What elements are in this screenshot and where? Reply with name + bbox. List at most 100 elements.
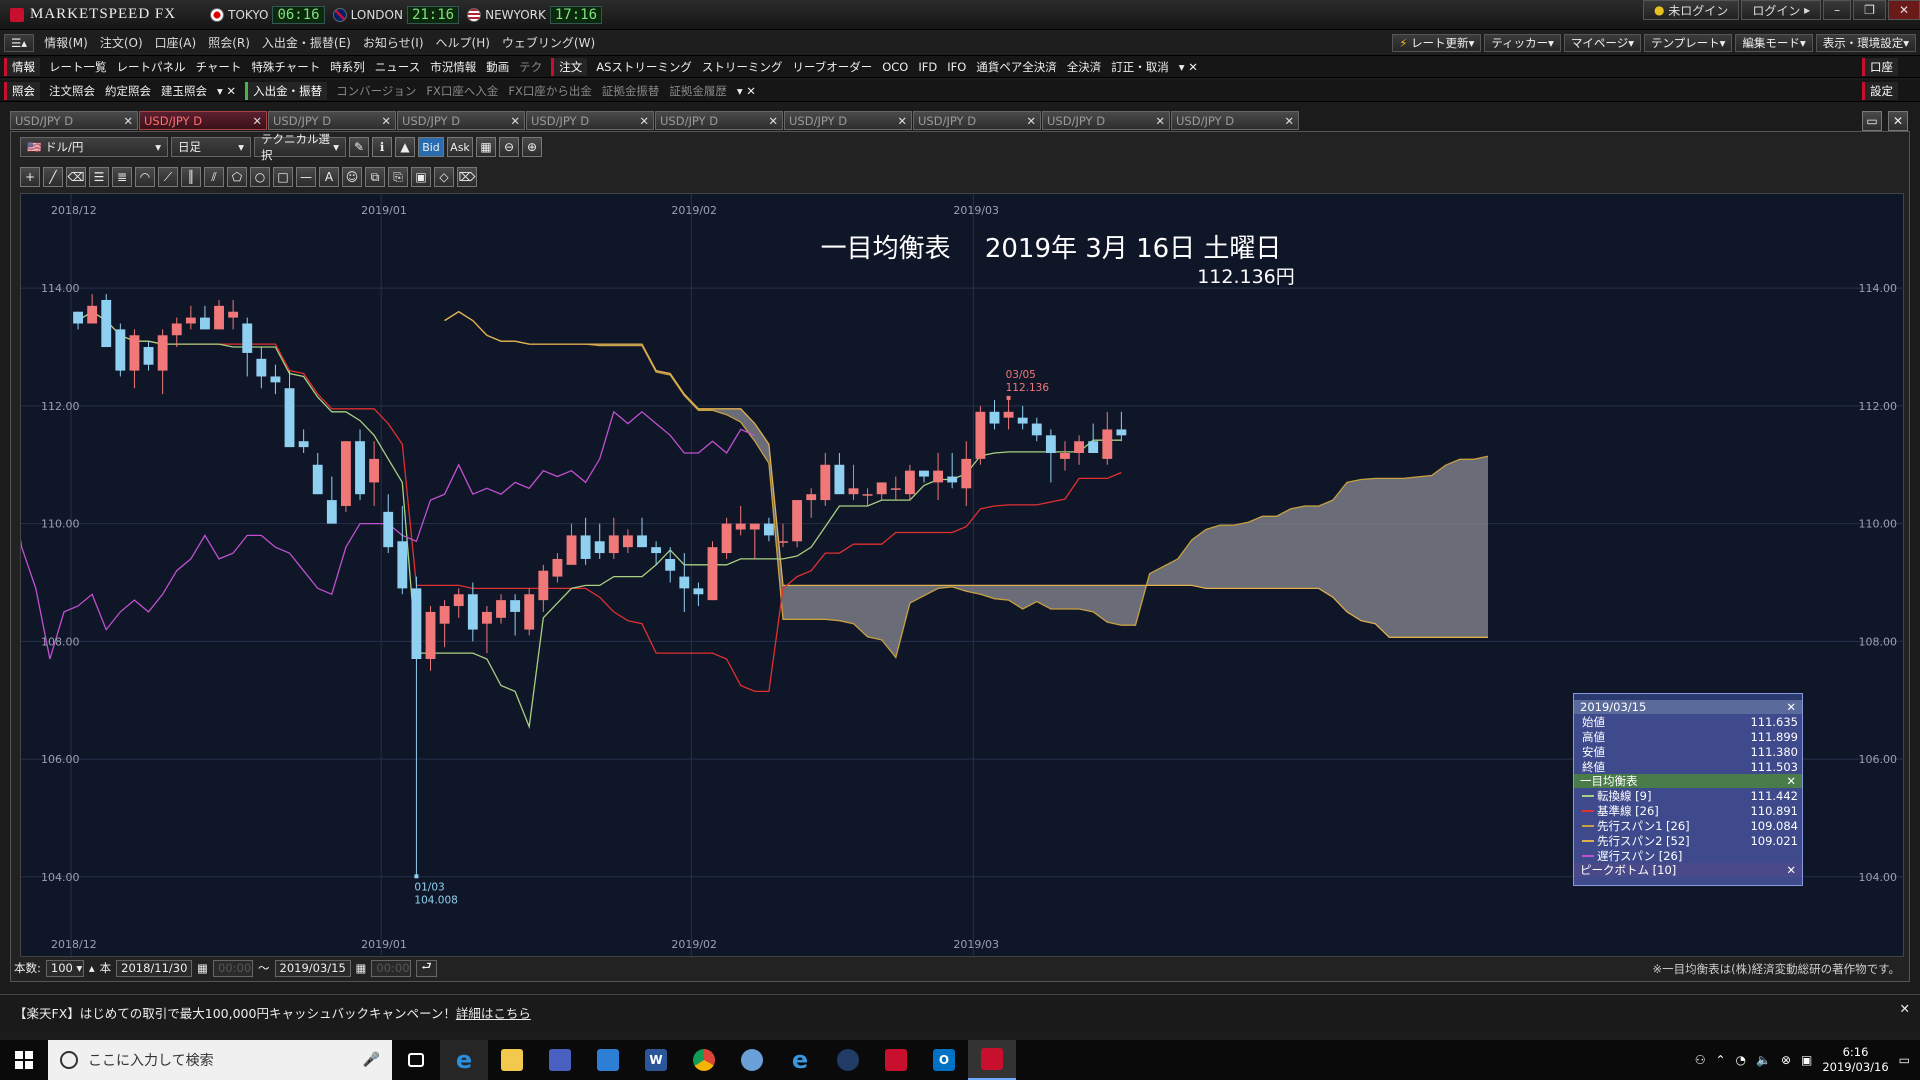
- row2-dropdown-icon[interactable]: ▾ ✕: [1174, 60, 1203, 74]
- volume-icon[interactable]: 🔈: [1756, 1053, 1771, 1067]
- close-icon[interactable]: ✕: [123, 114, 133, 128]
- chart-tab[interactable]: USD/JPY D ✕: [10, 111, 138, 130]
- close-icon[interactable]: ✕: [897, 114, 907, 128]
- outlook-icon[interactable]: O: [920, 1040, 968, 1080]
- close-icon[interactable]: ✕: [252, 114, 262, 128]
- ticker-button[interactable]: ティッカー ▾: [1484, 33, 1561, 52]
- calculator-icon[interactable]: [536, 1040, 584, 1080]
- period-select[interactable]: 日足 ▾: [171, 137, 251, 157]
- login-button[interactable]: ログイン ▸: [1741, 0, 1822, 20]
- paste-icon[interactable]: ⎘: [388, 167, 408, 187]
- menu-webring[interactable]: ウェブリング(W): [496, 34, 601, 51]
- market-info-link[interactable]: 市況情報: [425, 59, 481, 75]
- copy-icon[interactable]: ⧉: [365, 167, 385, 187]
- channel-icon[interactable]: ⫽: [204, 167, 224, 187]
- word-icon[interactable]: W: [632, 1040, 680, 1080]
- special-chart-link[interactable]: 特殊チャート: [246, 59, 325, 75]
- rate-update-button[interactable]: ⚡ レート更新 ▾: [1392, 33, 1482, 52]
- icon-stamp-icon[interactable]: ☺: [342, 167, 362, 187]
- chart-tab[interactable]: USD/JPY D ✕: [784, 111, 912, 130]
- template-button[interactable]: テンプレート ▾: [1644, 33, 1733, 52]
- video-link[interactable]: 動画: [481, 59, 514, 75]
- section-settings[interactable]: 設定: [1862, 81, 1898, 100]
- pentagon-icon[interactable]: ⬠: [227, 167, 247, 187]
- section-account[interactable]: 口座: [1862, 57, 1898, 76]
- from-date-input[interactable]: 2018/11/30: [116, 959, 193, 977]
- menu-news[interactable]: お知らせ(I): [357, 34, 430, 51]
- margin-history-link[interactable]: 証拠金履歴: [664, 83, 732, 99]
- close-icon[interactable]: ✕: [1900, 1001, 1910, 1016]
- taskbar-clock[interactable]: 6:16 2019/03/16: [1822, 1045, 1888, 1075]
- close-icon[interactable]: ✕: [1026, 114, 1036, 128]
- currency-pair-select[interactable]: 🇺🇸 ドル/円 ▾: [20, 137, 168, 157]
- rate-list-link[interactable]: レート一覧: [44, 59, 112, 75]
- area-chart-icon[interactable]: ▲: [395, 137, 415, 157]
- horizontal-lines-icon[interactable]: ☰: [89, 167, 109, 187]
- news-link[interactable]: ニュース: [370, 59, 425, 75]
- microphone-icon[interactable]: 🎤: [363, 1052, 380, 1068]
- close-icon[interactable]: ✕: [1786, 774, 1796, 788]
- pair-settle-all-link[interactable]: 通貨ペア全決済: [971, 59, 1062, 75]
- notice-link[interactable]: 詳細はこちら: [456, 1006, 531, 1021]
- notification-icon[interactable]: ▭: [1899, 1053, 1910, 1067]
- settle-all-link[interactable]: 全決済: [1062, 59, 1107, 75]
- arc-icon[interactable]: ◠: [135, 167, 155, 187]
- trendline-icon[interactable]: ╱: [43, 167, 63, 187]
- chevron-up-icon[interactable]: ⌃: [1715, 1053, 1725, 1067]
- app-icon[interactable]: [728, 1040, 776, 1080]
- delete-icon[interactable]: ◇: [434, 167, 454, 187]
- eraser-icon[interactable]: ⌫: [66, 167, 86, 187]
- ask-toggle[interactable]: Ask: [447, 137, 473, 157]
- zoom-in-icon[interactable]: ⊕: [522, 137, 542, 157]
- text-icon[interactable]: A: [319, 167, 339, 187]
- close-icon[interactable]: ✕: [639, 114, 649, 128]
- chart-tab[interactable]: USD/JPY D ✕: [1042, 111, 1170, 130]
- close-icon[interactable]: ✕: [1284, 114, 1294, 128]
- input-mode-icon[interactable]: ▣: [1801, 1053, 1812, 1067]
- withdraw-link[interactable]: FX口座から出金: [503, 83, 597, 99]
- file-explorer-icon[interactable]: [488, 1040, 536, 1080]
- chrome-icon[interactable]: [680, 1040, 728, 1080]
- taskbar-search[interactable]: ここに入力して検索 🎤: [48, 1040, 392, 1080]
- chart-tab[interactable]: USD/JPY D ✕: [268, 111, 396, 130]
- info-icon[interactable]: ℹ: [372, 137, 392, 157]
- layers-icon[interactable]: ▣: [411, 167, 431, 187]
- position-inquiry-link[interactable]: 建玉照会: [156, 83, 212, 99]
- close-icon[interactable]: ✕: [1786, 700, 1796, 714]
- oco-link[interactable]: OCO: [877, 60, 913, 74]
- chart-tab[interactable]: USD/JPY D ✕: [655, 111, 783, 130]
- close-icon[interactable]: ✕: [1786, 863, 1796, 877]
- count-select[interactable]: 100 ▾: [45, 959, 84, 977]
- conversion-link[interactable]: コンバージョン: [331, 83, 421, 99]
- from-time-input[interactable]: 00:00: [213, 959, 254, 977]
- timeseries-link[interactable]: 時系列: [325, 59, 370, 75]
- chart-link[interactable]: チャート: [191, 59, 247, 75]
- leave-order-link[interactable]: リーブオーダー: [787, 59, 877, 75]
- internet-explorer-icon[interactable]: e: [440, 1040, 488, 1080]
- rate-panel-link[interactable]: レートパネル: [112, 59, 191, 75]
- menu-inquiry[interactable]: 照会(R): [202, 34, 256, 51]
- minimize-button[interactable]: –: [1823, 0, 1852, 20]
- modify-cancel-link[interactable]: 訂正・取消: [1106, 59, 1174, 75]
- row3-dropdown2-icon[interactable]: ▾ ✕: [732, 84, 761, 98]
- chart-area[interactable]: 114.00 114.00 112.00 112.00 110.00 110.00 108.…: [0, 193, 1905, 958]
- menu-info[interactable]: 情報(M): [38, 34, 94, 51]
- vertical-lines-icon[interactable]: ║: [181, 167, 201, 187]
- zoom-out-icon[interactable]: ⊖: [499, 137, 519, 157]
- bid-toggle[interactable]: Bid: [418, 137, 444, 157]
- mypage-button[interactable]: マイページ ▾: [1563, 33, 1641, 52]
- delete-all-icon[interactable]: ⌦: [457, 167, 477, 187]
- system-menu-button[interactable]: ☰▴: [4, 33, 35, 52]
- close-button[interactable]: ✕: [1887, 0, 1920, 20]
- data-window[interactable]: 2019/03/15 ✕ 始値 111.635 高値 111.899 安値 111.38…: [1573, 693, 1803, 886]
- chart-tab-active[interactable]: USD/JPY D ✕: [139, 111, 267, 130]
- chart-tab[interactable]: USD/JPY D ✕: [1171, 111, 1299, 130]
- rectangle-icon[interactable]: □: [273, 167, 293, 187]
- chart-tab[interactable]: USD/JPY D ✕: [526, 111, 654, 130]
- close-icon[interactable]: ✕: [381, 114, 391, 128]
- row3-dropdown-icon[interactable]: ▾ ✕: [212, 84, 241, 98]
- line-icon[interactable]: —: [296, 167, 316, 187]
- edge-icon[interactable]: e: [776, 1040, 824, 1080]
- ifo-link[interactable]: IFO: [942, 60, 971, 74]
- menu-account[interactable]: 口座(A): [149, 34, 203, 51]
